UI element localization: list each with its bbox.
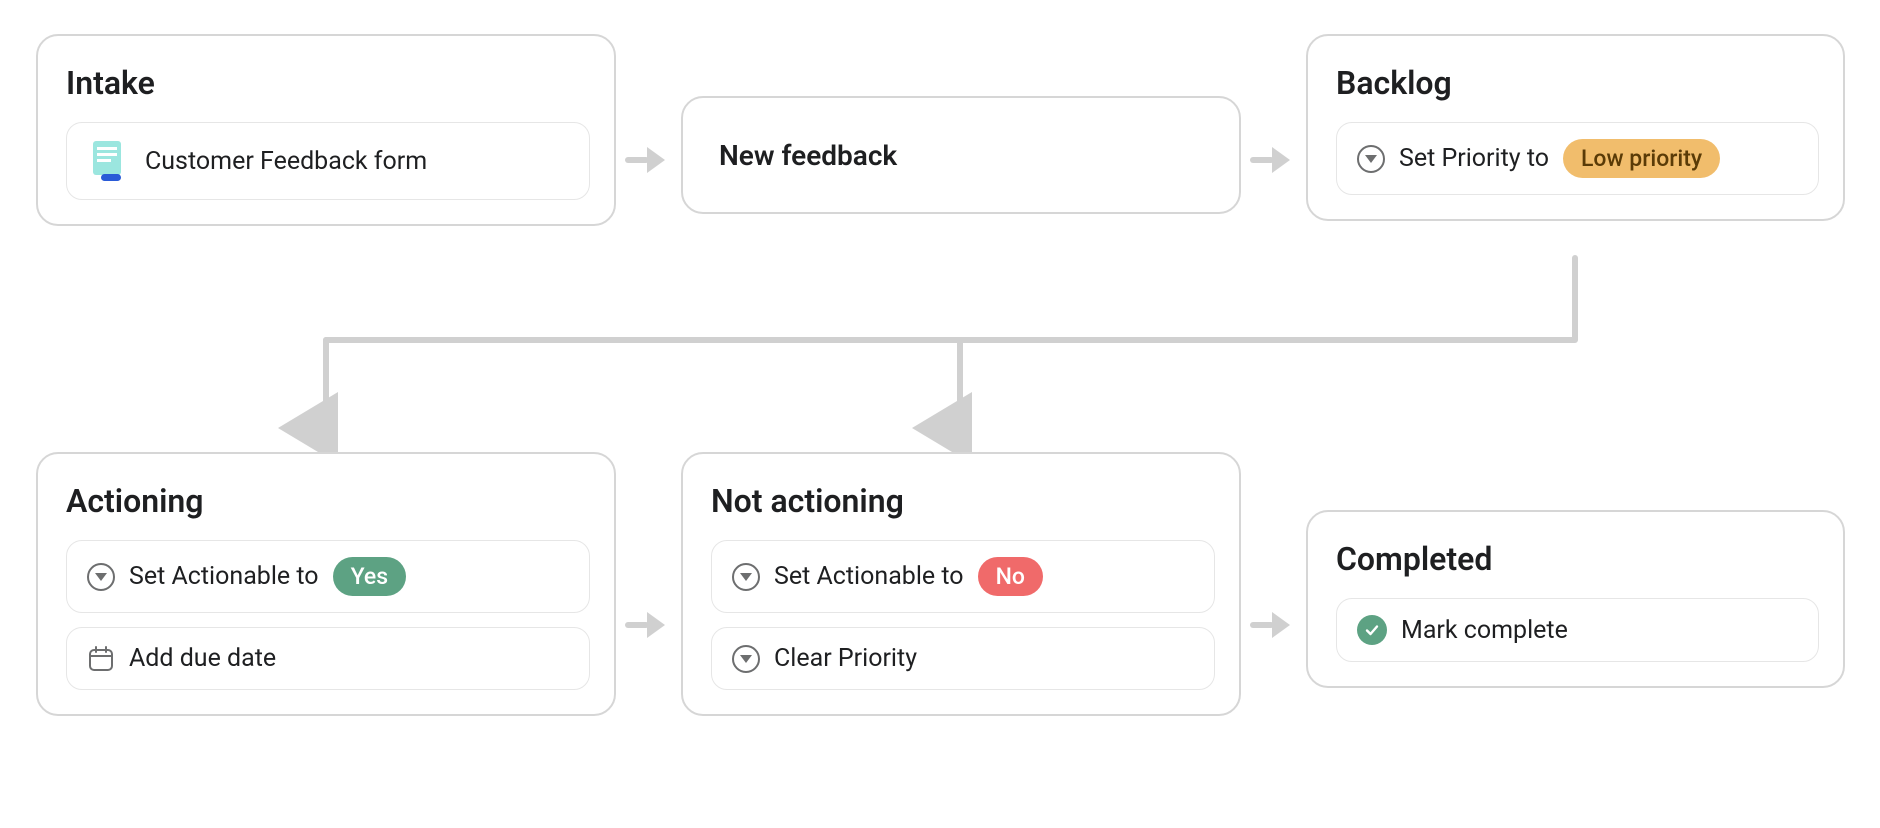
stage-actioning-title: Actioning	[66, 482, 590, 520]
notactioning-clear-priority-label: Clear Priority	[774, 644, 917, 673]
actioning-actionable-pill: Yes	[333, 557, 406, 596]
notactioning-set-actionable-label: Set Actionable to	[774, 562, 964, 591]
actioning-add-due-date-label: Add due date	[129, 644, 276, 673]
actioning-add-due-date-rule[interactable]: Add due date	[66, 627, 590, 690]
arrow-actioning-to-notactioning	[625, 605, 665, 645]
calendar-icon	[87, 645, 115, 673]
stage-not-actioning[interactable]: Not actioning Set Actionable to No Clear…	[681, 452, 1241, 716]
stage-completed-title: Completed	[1336, 540, 1819, 578]
completed-mark-complete-rule[interactable]: Mark complete	[1336, 598, 1819, 662]
trigger-icon	[732, 563, 760, 591]
stage-actioning[interactable]: Actioning Set Actionable to Yes Add due …	[36, 452, 616, 716]
notactioning-actionable-pill: No	[978, 557, 1043, 596]
notactioning-set-actionable-rule[interactable]: Set Actionable to No	[711, 540, 1215, 613]
notactioning-clear-priority-rule[interactable]: Clear Priority	[711, 627, 1215, 690]
stage-not-actioning-title: Not actioning	[711, 482, 1215, 520]
arrow-notactioning-to-completed	[1250, 605, 1290, 645]
trigger-icon	[732, 645, 760, 673]
check-complete-icon	[1357, 615, 1387, 645]
completed-mark-complete-label: Mark complete	[1401, 616, 1568, 645]
trigger-icon	[87, 563, 115, 591]
actioning-set-actionable-label: Set Actionable to	[129, 562, 319, 591]
actioning-set-actionable-rule[interactable]: Set Actionable to Yes	[66, 540, 590, 613]
stage-completed[interactable]: Completed Mark complete	[1306, 510, 1845, 688]
